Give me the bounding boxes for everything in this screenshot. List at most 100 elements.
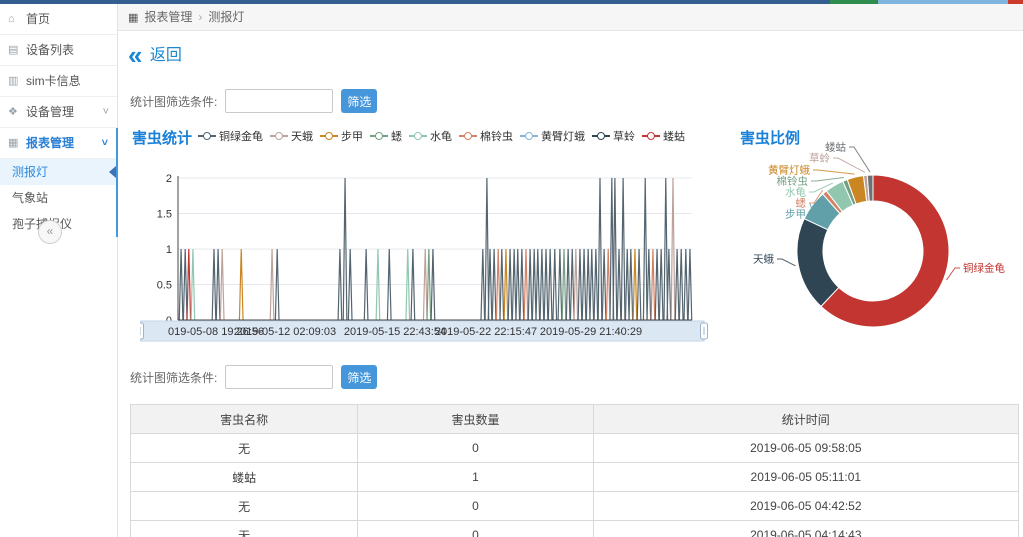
legend-line-marker-icon bbox=[520, 131, 538, 141]
table-cell: 0 bbox=[358, 492, 593, 521]
chevron-down-icon: ˅ bbox=[102, 128, 108, 158]
sidebar-subitem[interactable]: 测报灯 bbox=[0, 159, 116, 185]
table-cell: 无 bbox=[131, 521, 358, 537]
legend-line-marker-icon bbox=[409, 131, 427, 141]
legend-label: 黄臂灯蛾 bbox=[541, 128, 585, 144]
pie-slice[interactable] bbox=[797, 219, 839, 307]
svg-text:2019-05-29 21:40:29: 2019-05-29 21:40:29 bbox=[540, 326, 642, 338]
table-header-cell: 害虫数量 bbox=[358, 405, 593, 434]
pie-label: 蝼蛄 bbox=[825, 141, 846, 154]
legend-label: 天蛾 bbox=[291, 128, 313, 144]
table-cell: 无 bbox=[131, 492, 358, 521]
pest-proportion-donut-chart: 铜绿金龟天蛾步甲蟋水龟棉铃虫黄臂灯蛾草蛉蝼蛄 bbox=[735, 140, 1023, 340]
legend-label: 蟋 bbox=[391, 128, 402, 144]
svg-text:2019-05-12 02:09:03: 2019-05-12 02:09:03 bbox=[234, 326, 336, 338]
breadcrumb-item[interactable]: 报表管理 bbox=[144, 10, 192, 24]
pie-label: 步甲 bbox=[785, 209, 806, 221]
legend-item[interactable]: 蝼蛄 bbox=[642, 128, 685, 144]
svg-text:1: 1 bbox=[166, 244, 172, 256]
table-cell: 2019-06-05 05:11:01 bbox=[593, 463, 1018, 492]
breadcrumb-item[interactable]: 测报灯 bbox=[208, 10, 244, 24]
svg-text:2019-05-15 22:43:54: 2019-05-15 22:43:54 bbox=[344, 326, 446, 338]
table-cell: 2019-06-05 09:58:05 bbox=[593, 434, 1018, 463]
sim-card-icon: ▥ bbox=[8, 66, 18, 96]
double-chevron-left-icon: « bbox=[128, 40, 140, 70]
chart-filter-label: 统计图筛选条件: bbox=[130, 93, 217, 110]
table-cell: 0 bbox=[358, 434, 593, 463]
table-cell: 1 bbox=[358, 463, 593, 492]
pie-label: 铜绿金龟 bbox=[963, 262, 1005, 275]
sidebar-group-report: ▦报表管理˅测报灯气象站孢子捕捉仪 bbox=[0, 128, 118, 237]
active-item-arrow-icon bbox=[109, 166, 116, 178]
sidebar-item-1[interactable]: ▤设备列表 bbox=[0, 35, 117, 66]
table-row: 无02019-06-05 09:58:05 bbox=[131, 434, 1019, 463]
legend-line-marker-icon bbox=[270, 131, 288, 141]
legend-item[interactable]: 水龟 bbox=[409, 128, 452, 144]
sidebar-item-2[interactable]: ▥sim卡信息 bbox=[0, 66, 117, 97]
sidebar: ⌂首页▤设备列表▥sim卡信息❖设备管理˅ ▦报表管理˅测报灯气象站孢子捕捉仪 … bbox=[0, 4, 118, 537]
device-list-icon: ▤ bbox=[8, 35, 18, 65]
legend-label: 水龟 bbox=[430, 128, 452, 144]
legend-line-marker-icon bbox=[642, 131, 660, 141]
home-icon: ⌂ bbox=[8, 4, 15, 34]
legend-line-marker-icon bbox=[320, 131, 338, 141]
back-label: 返回 bbox=[150, 47, 182, 64]
legend-line-marker-icon bbox=[459, 131, 477, 141]
device-management-icon: ❖ bbox=[8, 97, 18, 127]
svg-text:0.5: 0.5 bbox=[157, 280, 172, 292]
legend-item[interactable]: 蟋 bbox=[370, 128, 402, 144]
sidebar-subitem-label: 气象站 bbox=[12, 191, 48, 205]
legend-label: 蝼蛄 bbox=[663, 128, 685, 144]
legend-item[interactable]: 棉铃虫 bbox=[459, 128, 513, 144]
pie-label: 水龟 bbox=[785, 187, 806, 199]
pie-label: 黄臂灯蛾 bbox=[768, 164, 810, 177]
legend-label: 铜绿金龟 bbox=[219, 128, 263, 144]
sidebar-item-label: 报表管理 bbox=[26, 136, 74, 150]
legend-item[interactable]: 天蛾 bbox=[270, 128, 313, 144]
table-filter-input[interactable] bbox=[225, 365, 333, 389]
line-chart-title: 害虫统计 bbox=[132, 127, 192, 148]
legend-label: 步甲 bbox=[341, 128, 363, 144]
report-management-icon: ▦ bbox=[8, 128, 18, 158]
table-header-cell: 害虫名称 bbox=[131, 405, 358, 434]
table-filter-label: 统计图筛选条件: bbox=[130, 369, 217, 386]
sidebar-item-0[interactable]: ⌂首页 bbox=[0, 4, 117, 35]
legend-line-marker-icon bbox=[370, 131, 388, 141]
chart-filter-input[interactable] bbox=[225, 89, 333, 113]
sidebar-subitem[interactable]: 气象站 bbox=[0, 185, 116, 211]
legend-item[interactable]: 草蛉 bbox=[592, 128, 635, 144]
sidebar-item-3[interactable]: ❖ 设备管理 ˅ bbox=[0, 97, 117, 128]
chevron-down-icon: ˅ bbox=[103, 97, 109, 127]
datazoom-handle[interactable] bbox=[140, 323, 144, 339]
table-row: 无02019-06-05 04:14:43 bbox=[131, 521, 1019, 537]
chart-filter-row: 统计图筛选条件: 筛选 bbox=[130, 88, 377, 114]
pest-statistics-table: 害虫名称害虫数量统计时间 无02019-06-05 09:58:05蝼蛄1201… bbox=[130, 404, 1019, 537]
breadcrumb: ▦报表管理›测报灯 bbox=[118, 4, 1023, 31]
sidebar-item-report[interactable]: ▦ 报表管理 ˅ bbox=[0, 128, 116, 159]
table-filter-row: 统计图筛选条件: 筛选 bbox=[130, 364, 377, 390]
breadcrumb-separator: › bbox=[198, 10, 202, 24]
chart-filter-button[interactable]: 筛选 bbox=[341, 89, 377, 113]
legend-item[interactable]: 铜绿金龟 bbox=[198, 128, 263, 144]
legend-line-marker-icon bbox=[592, 131, 610, 141]
table-filter-button[interactable]: 筛选 bbox=[341, 365, 377, 389]
table-cell: 0 bbox=[358, 521, 593, 537]
sidebar-item-label: 设备管理 bbox=[26, 105, 74, 119]
pie-label: 天蛾 bbox=[753, 253, 774, 266]
svg-text:1.5: 1.5 bbox=[157, 209, 172, 221]
svg-text:2: 2 bbox=[166, 173, 172, 185]
sidebar-subitem-label: 测报灯 bbox=[12, 165, 48, 179]
svg-text:2019-05-22 22:15:47: 2019-05-22 22:15:47 bbox=[435, 326, 537, 338]
sidebar-collapse-button[interactable]: « bbox=[38, 220, 62, 244]
pie-label: 蟋 bbox=[796, 198, 807, 210]
legend-item[interactable]: 黄臂灯蛾 bbox=[520, 128, 585, 144]
table-header-cell: 统计时间 bbox=[593, 405, 1018, 434]
legend-item[interactable]: 步甲 bbox=[320, 128, 363, 144]
table-row: 蝼蛄12019-06-05 05:11:01 bbox=[131, 463, 1019, 492]
table-row: 无02019-06-05 04:42:52 bbox=[131, 492, 1019, 521]
table-cell: 2019-06-05 04:42:52 bbox=[593, 492, 1018, 521]
legend-line-marker-icon bbox=[198, 131, 216, 141]
sidebar-items: ⌂首页▤设备列表▥sim卡信息❖ 设备管理 ˅ bbox=[0, 4, 117, 128]
line-chart-legend: 铜绿金龟 天蛾 步甲 蟋 水龟棉铃虫 黄臂灯蛾草蛉 蝼蛄 bbox=[198, 128, 718, 144]
back-button[interactable]: « 返回 bbox=[128, 40, 182, 66]
